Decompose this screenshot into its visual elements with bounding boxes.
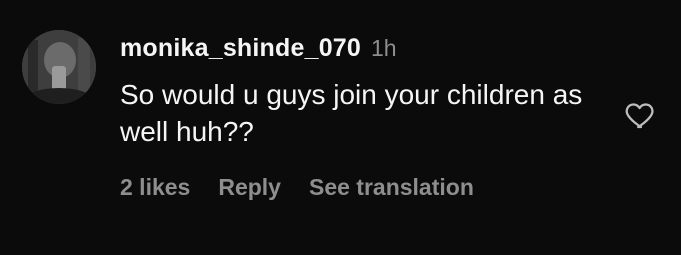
avatar-photo [22, 30, 96, 104]
reply-button[interactable]: Reply [218, 174, 281, 201]
see-translation-button[interactable]: See translation [309, 174, 474, 201]
username-link[interactable]: monika_shinde_070 [120, 34, 361, 63]
likes-count-button[interactable]: 2 likes [120, 174, 190, 201]
timestamp: 1h [371, 35, 397, 61]
comment-actions: 2 likes Reply See translation [120, 174, 474, 201]
comment-header: monika_shinde_070 1h [120, 34, 600, 70]
comment-text: So would u guys join your children as we… [120, 79, 583, 147]
comment-item: monika_shinde_070 1h So would u guys joi… [0, 0, 681, 255]
comment-body: monika_shinde_070 1h So would u guys joi… [120, 34, 600, 150]
avatar[interactable] [22, 30, 96, 104]
heart-outline-icon [625, 103, 654, 129]
like-button[interactable] [624, 98, 658, 132]
